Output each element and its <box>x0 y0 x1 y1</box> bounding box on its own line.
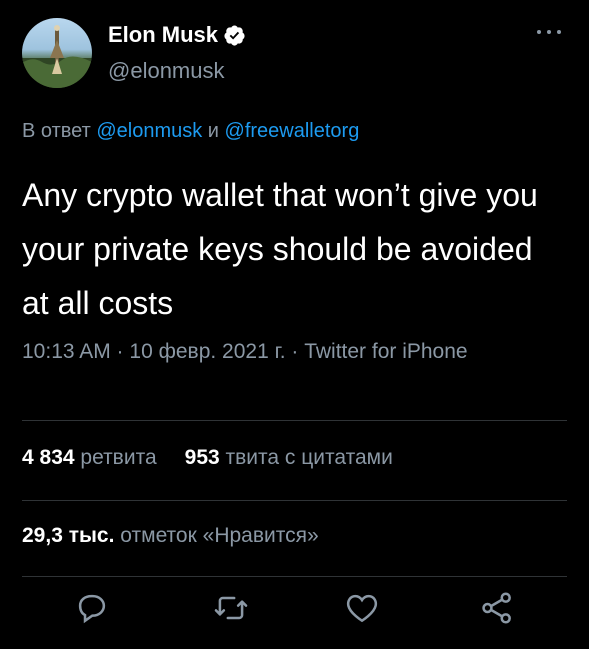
likes-count: 29,3 тыс. <box>22 524 115 547</box>
reply-context: В ответ @elonmusk и @freewalletorg <box>22 120 359 143</box>
retweets-stat[interactable]: 4 834 ретвита <box>22 446 157 469</box>
tweet-text: Any crypto wallet that won’t give you yo… <box>22 177 538 321</box>
like-button[interactable] <box>343 589 381 627</box>
author-name[interactable]: Elon Musk <box>108 22 218 48</box>
retweet-button[interactable] <box>212 589 250 627</box>
reply-button[interactable] <box>73 589 111 627</box>
comment-icon <box>78 594 106 624</box>
share-icon <box>482 592 511 624</box>
divider-top <box>22 420 567 421</box>
reply-prefix: В ответ <box>22 120 91 142</box>
action-bar <box>0 585 589 633</box>
engagement-stats-row: 4 834 ретвита 953 твита с цитатами <box>22 446 393 470</box>
divider-middle <box>22 500 567 501</box>
author-name-row[interactable]: Elon Musk <box>108 22 246 48</box>
likes-stat[interactable]: 29,3 тыс. отметок «Нравится» <box>22 524 319 548</box>
quotes-stat[interactable]: 953 твита с цитатами <box>185 446 393 469</box>
retweets-label: ретвита <box>80 446 157 469</box>
avatar-image <box>22 25 92 88</box>
share-button[interactable] <box>478 589 516 627</box>
reply-mention-elonmusk[interactable]: @elonmusk <box>96 120 202 142</box>
reply-conjunction: и <box>207 120 219 142</box>
likes-label: отметок «Нравится» <box>120 524 319 547</box>
more-options-icon[interactable] <box>533 22 565 42</box>
retweet-icon <box>214 596 248 620</box>
author-handle[interactable]: @elonmusk <box>108 58 225 84</box>
quotes-count: 953 <box>184 446 220 469</box>
heart-icon <box>346 594 378 623</box>
quotes-label: твита с цитатами <box>225 446 393 469</box>
verified-badge-icon <box>224 24 245 46</box>
divider-bottom <box>22 576 567 577</box>
tweet-timestamp-source[interactable]: 10:13 AM · 10 февр. 2021 г. · Twitter fo… <box>22 336 502 368</box>
avatar[interactable] <box>22 18 92 88</box>
retweets-count: 4 834 <box>22 446 75 469</box>
tweet-card: Elon Musk @elonmusk В ответ @elonmusk и … <box>0 0 589 649</box>
reply-mention-freewalletorg[interactable]: @freewalletorg <box>225 120 360 142</box>
